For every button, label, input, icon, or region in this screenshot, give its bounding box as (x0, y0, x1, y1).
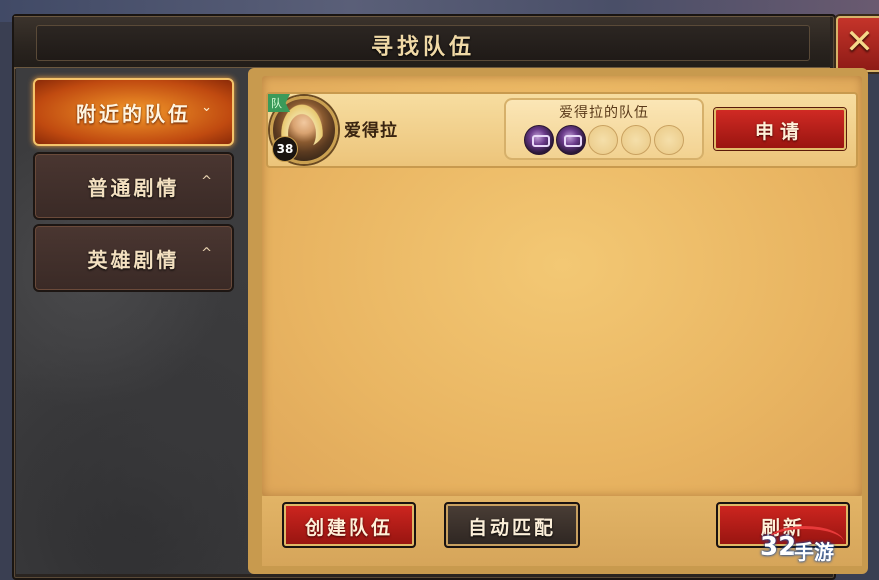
close-button[interactable]: ✕ (836, 16, 879, 72)
create-team-label: 创建队伍 (304, 517, 393, 539)
chevron-up-icon: ^ (201, 246, 212, 261)
tab-nearby-teams[interactable]: 附近的队伍 ⌄ (33, 78, 234, 146)
leader-level-badge: 38 (272, 136, 298, 162)
tab-normal-story[interactable]: 普通剧情 ^ (33, 152, 234, 220)
title-bar: 寻找队伍 (14, 16, 830, 69)
team-name: 爱得拉的队伍 (559, 105, 649, 121)
auto-match-label: 自动匹配 (467, 517, 556, 539)
close-x-icon: ✕ (845, 22, 874, 62)
leader-name: 爱得拉 (344, 121, 398, 141)
chevron-down-icon: ⌄ (201, 100, 212, 115)
chevron-up-icon: ^ (201, 174, 212, 189)
tab-hero-story[interactable]: 英雄剧情 ^ (33, 224, 234, 292)
member-slot-empty (654, 125, 684, 155)
watermark-text: 手游 (794, 540, 834, 564)
team-flag-label: 队 (271, 97, 282, 110)
auto-match-button[interactable]: 自动匹配 (444, 502, 580, 548)
apply-button[interactable]: 申请 (714, 108, 846, 150)
member-slot-empty (621, 125, 651, 155)
member-slot-filled (524, 125, 554, 155)
create-team-button[interactable]: 创建队伍 (282, 502, 416, 548)
window-title: 寻找队伍 (370, 34, 475, 60)
watermark-logo: 32 手游 (752, 526, 852, 572)
member-slot-filled (556, 125, 586, 155)
title-plate: 寻找队伍 (36, 25, 810, 61)
apply-button-label: 申请 (754, 121, 805, 143)
member-slot-empty (588, 125, 618, 155)
watermark-number: 32 (760, 532, 797, 562)
